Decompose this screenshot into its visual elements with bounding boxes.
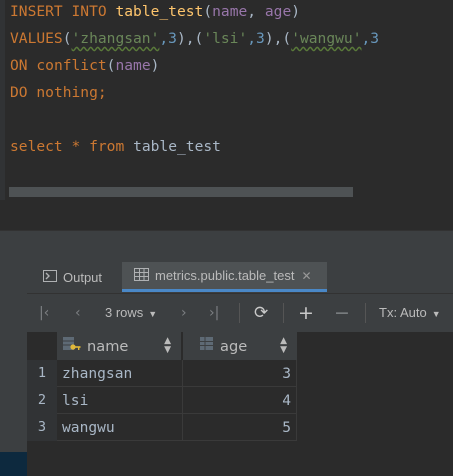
cell-age[interactable]: 5 [183,414,297,441]
number-literal: ,3 [361,30,380,47]
row-number: 1 [27,360,57,387]
chevron-down-icon: ▼ [148,309,158,319]
table-row[interactable]: 1 zhangsan 3 [27,360,297,387]
keyword-do: DO [10,84,28,101]
semicolon: ; [97,84,107,101]
selected-tree-node[interactable] [0,452,27,476]
column-header-age[interactable]: age ▲ ▼ [183,332,297,360]
column-header-label: age [220,337,248,355]
keyword-on: ON [10,57,28,74]
tab-table-label: metrics.public.table_test [155,268,295,283]
toolbar-divider [283,303,284,323]
keyword-conflict: conflict [36,57,107,74]
number-literal: ,3 [247,30,265,47]
first-page-icon[interactable]: |‹ [39,294,49,332]
editor-bottom-area [0,200,453,231]
column-icon [199,336,215,356]
cell-age[interactable]: 4 [183,387,297,414]
paren: ( [62,30,72,47]
column-header-label: name [87,337,129,355]
sql-editor[interactable]: INSERT INTO table_test(name, age) VALUES… [0,0,453,200]
paren: ) [150,57,160,74]
refresh-icon[interactable]: ⟳ [254,294,268,332]
chevron-down-icon: ▼ [431,309,441,319]
add-row-icon[interactable]: + [298,294,314,332]
result-tabs: Output metrics.public.table_test ✕ [27,262,453,292]
table-icon [134,267,149,284]
string-literal: 'zhangsan' [71,30,160,47]
separator: ),( [264,30,292,47]
keyword-select: select [10,138,63,155]
star: * [71,138,81,155]
editor-gutter [0,0,5,200]
rows-count-label: 3 rows [105,305,144,320]
keyword-nothing: nothing [36,84,98,101]
keyword-from: from [89,138,125,155]
row-number: 2 [27,387,57,414]
tab-output-label: Output [63,269,103,285]
cell-name[interactable]: wangwu [57,414,183,441]
toolbar-divider [239,303,240,323]
column-header-name[interactable]: name ▲ ▼ [57,332,182,360]
last-page-icon[interactable]: ›| [209,294,219,332]
prev-page-icon[interactable]: ‹ [75,294,81,332]
column-name: name [212,3,248,20]
row-number-header [27,332,57,360]
paren: ) [291,3,301,20]
services-tree-strip[interactable] [0,262,27,476]
tx-mode-label: Tx: Auto [379,305,427,320]
cell-name[interactable]: lsi [57,387,183,414]
toolbar-divider [365,303,366,323]
keyword-values: VALUES [10,30,63,47]
row-number: 3 [27,414,57,441]
close-icon[interactable]: ✕ [301,269,311,283]
horizontal-scrollbar[interactable] [9,187,353,197]
string-literal: 'wangwu' [291,30,362,47]
tab-table-test[interactable]: metrics.public.table_test ✕ [122,262,327,292]
code-line-3: ON conflict(name) [10,56,159,76]
cell-name[interactable]: zhangsan [57,360,183,387]
services-tool-window: Output metrics.public.table_test ✕ |‹ ‹ … [0,231,453,476]
sort-icon[interactable]: ▲ ▼ [164,337,171,355]
comma: , [247,3,265,20]
grid-toolbar: |‹ ‹ 3 rows ▼ › ›| ⟳ + − Tx: Auto ▼ [27,293,453,333]
tab-output[interactable]: Output [43,262,102,292]
rows-count-dropdown[interactable]: 3 rows ▼ [105,294,157,332]
sort-icon[interactable]: ▲ ▼ [280,337,287,355]
column-key-icon [62,336,82,356]
cell-age[interactable]: 3 [183,360,297,387]
column-age: age [264,3,292,20]
table-name: table_test [115,3,204,20]
keyword-into: INTO [71,3,107,20]
separator: ),( [176,30,204,47]
paren: ( [203,3,213,20]
output-icon [43,269,57,285]
code-line-1: INSERT INTO table_test(name, age) [10,2,300,22]
table-name: table_test [133,138,221,155]
column-name: name [115,57,151,74]
tx-mode-dropdown[interactable]: Tx: Auto ▼ [379,294,441,332]
code-line-6: select * from table_test [10,137,221,157]
result-grid[interactable]: name ▲ ▼ age ▲ ▼ 1 zhangsan 3 2 lsi 4 3 wa… [27,332,453,455]
table-row[interactable]: 2 lsi 4 [27,387,297,414]
next-page-icon[interactable]: › [181,294,187,332]
table-row[interactable]: 3 wangwu 5 [27,414,297,441]
code-line-2: VALUES('zhangsan',3),('lsi',3),('wangwu'… [10,29,379,49]
keyword-insert: INSERT [10,3,63,20]
code-line-4: DO nothing; [10,83,107,103]
string-literal: 'lsi' [203,30,248,47]
remove-row-icon[interactable]: − [334,294,350,332]
number-literal: ,3 [159,30,177,47]
